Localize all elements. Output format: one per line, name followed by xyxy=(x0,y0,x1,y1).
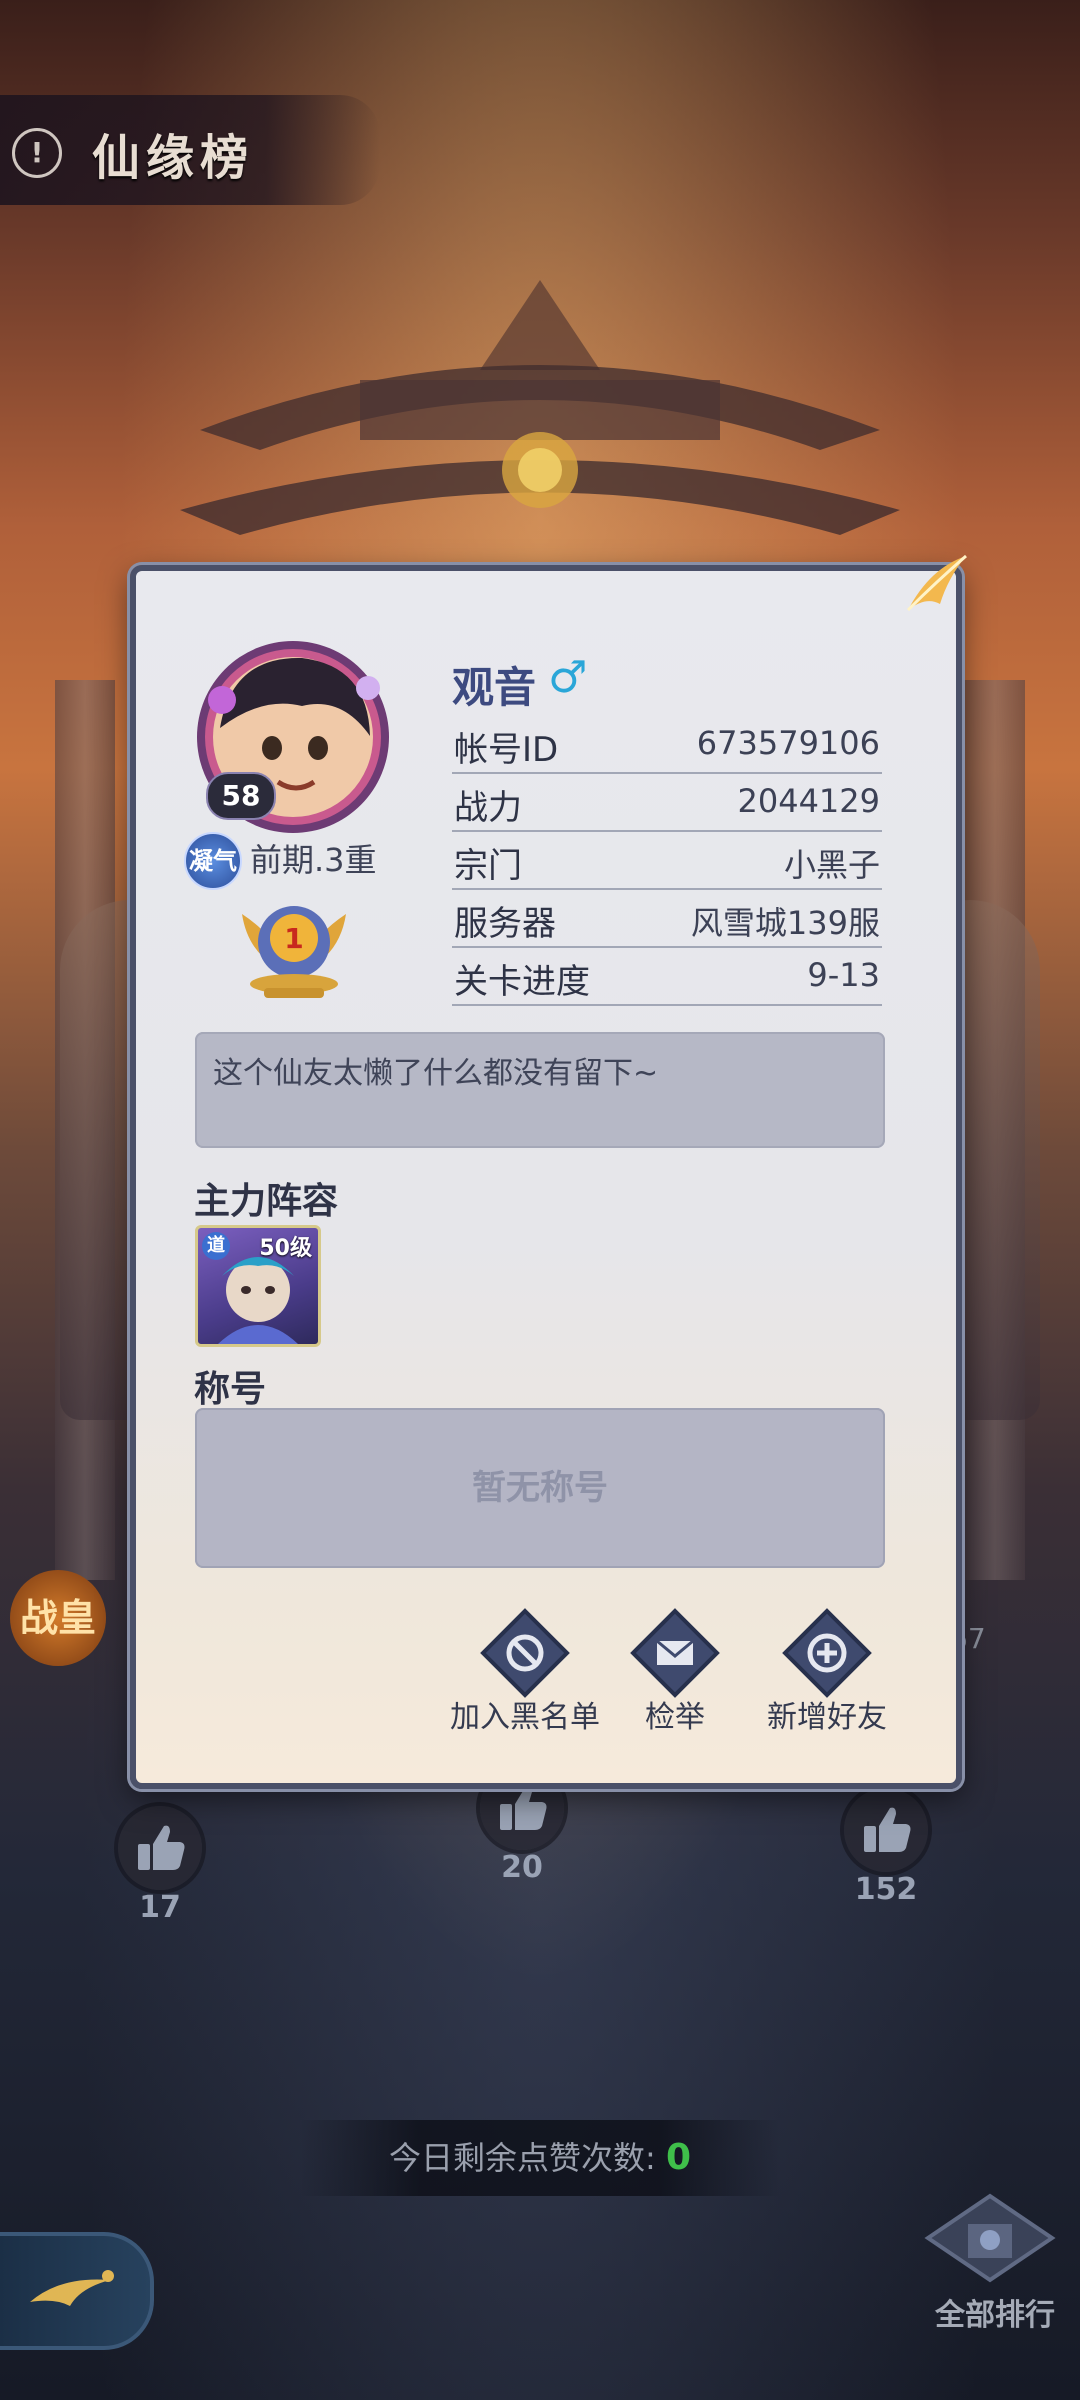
add-friend-button[interactable] xyxy=(782,1608,872,1698)
lineup-label: 主力阵容 xyxy=(194,1181,339,1222)
crane-icon xyxy=(30,2270,114,2306)
realm-icon: 凝气 xyxy=(184,832,242,890)
like-count-right: 152 xyxy=(854,1872,918,1907)
hero-level: 50级 xyxy=(259,1236,312,1261)
title-section-label: 称号 xyxy=(194,1369,267,1410)
remaining-likes-label: 今日剩余点赞次数: xyxy=(388,2139,656,2177)
block-icon xyxy=(480,1608,570,1698)
title-box: 暂无称号 xyxy=(195,1408,885,1568)
info-row-sect: 宗门 小黑子 xyxy=(452,832,882,890)
rank-badge-icon: 1 xyxy=(232,884,356,1008)
realm-text: 前期.3重 xyxy=(250,841,377,879)
player-name: 观音 xyxy=(452,663,537,712)
like-count-center: 20 xyxy=(501,1850,543,1885)
remaining-likes-value: 0 xyxy=(665,2137,692,2178)
power-value: 2044129 xyxy=(737,782,880,820)
stage-progress-value: 9-13 xyxy=(807,956,880,994)
sect-label: 宗门 xyxy=(454,846,522,886)
envelope-icon xyxy=(630,1608,720,1698)
add-friend-label[interactable]: 新增好友 xyxy=(732,1692,922,1736)
stage-progress-label: 关卡进度 xyxy=(454,962,590,1002)
like-button-right[interactable] xyxy=(844,1788,928,1872)
account-id-label: 帐号ID xyxy=(454,730,559,770)
like-count-left: 17 xyxy=(139,1890,181,1925)
like-button-left[interactable] xyxy=(118,1806,202,1890)
corner-feather-decoration xyxy=(906,554,967,612)
info-icon[interactable]: ! xyxy=(12,128,62,178)
back-button[interactable] xyxy=(0,2232,154,2350)
hero-type-badge: 道 xyxy=(202,1232,230,1260)
report-button[interactable] xyxy=(630,1608,720,1698)
signature-box: 这个仙友太懒了什么都没有留下~ xyxy=(195,1032,885,1148)
player-level-badge: 58 xyxy=(206,772,276,820)
plus-circle-icon xyxy=(782,1608,872,1698)
info-row-account-id: 帐号ID 673579106 xyxy=(452,716,882,774)
server-value: 风雪城139服 xyxy=(690,904,880,942)
account-id-value: 673579106 xyxy=(696,724,880,762)
server-label: 服务器 xyxy=(454,904,556,944)
lineup-hero-card[interactable]: 道 50级 xyxy=(195,1225,321,1347)
male-gender-icon: ♂ xyxy=(548,652,588,703)
info-row-stage-progress: 关卡进度 9-13 xyxy=(452,948,882,1006)
info-row-server: 服务器 风雪城139服 xyxy=(452,890,882,948)
info-row-power: 战力 2044129 xyxy=(452,774,882,832)
signature-text: 这个仙友太懒了什么都没有留下~ xyxy=(213,1056,659,1091)
pagoda-illustration xyxy=(180,280,900,535)
sect-value: 小黑子 xyxy=(783,846,880,884)
page-title: 仙缘榜 xyxy=(92,130,255,186)
battle-emperor-badge: 战皇 xyxy=(10,1570,106,1666)
power-label: 战力 xyxy=(454,788,522,828)
no-title-text: 暂无称号 xyxy=(472,1468,608,1508)
blacklist-button[interactable] xyxy=(480,1608,570,1698)
thumbs-up-icon xyxy=(864,1807,911,1852)
all-ranking-label[interactable]: 全部排行 xyxy=(920,2290,1070,2334)
remaining-likes-bar: 今日剩余点赞次数: 0 xyxy=(300,2120,780,2196)
rank-number: 1 xyxy=(284,922,303,955)
thumbs-up-icon xyxy=(138,1825,185,1870)
